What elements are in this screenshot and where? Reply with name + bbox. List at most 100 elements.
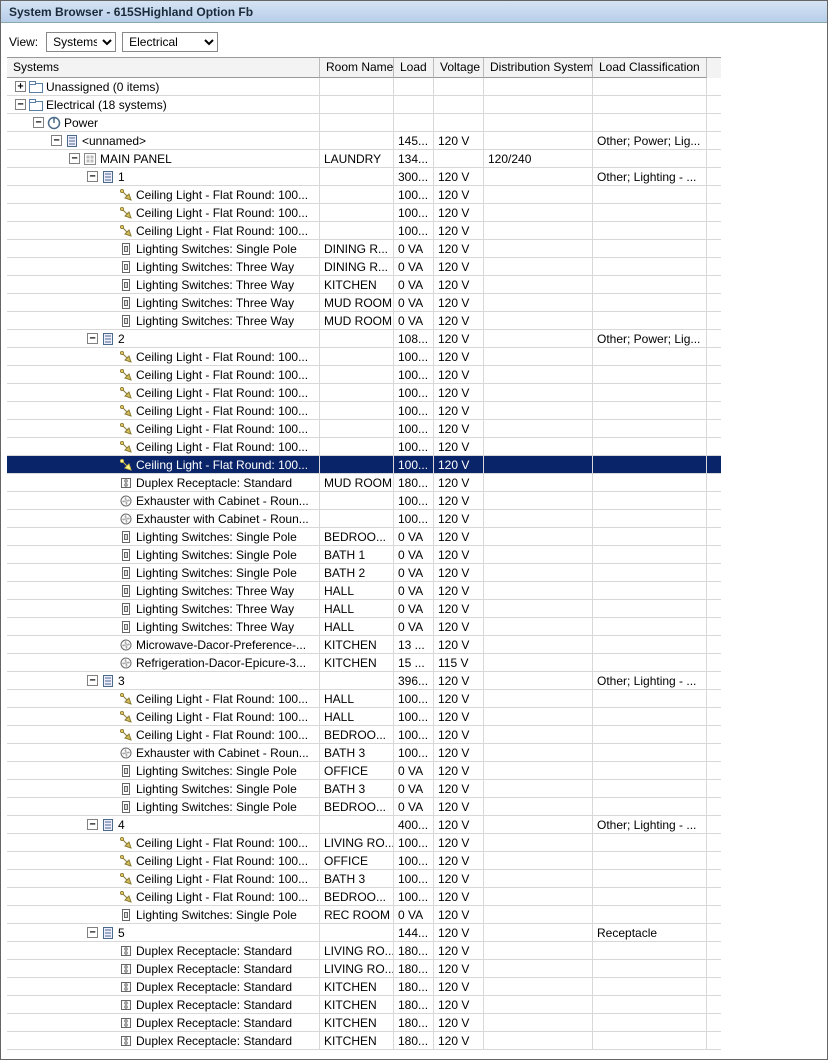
tree-row[interactable]: Exhauster with Cabinet - Roun...100...12… — [7, 510, 721, 528]
cell-classification[interactable]: Receptacle — [593, 924, 707, 941]
cell-systems[interactable]: Duplex Receptacle: Standard — [7, 1014, 320, 1031]
cell-systems[interactable]: Lighting Switches: Single Pole — [7, 798, 320, 815]
cell-classification[interactable] — [593, 366, 707, 383]
cell-room[interactable] — [320, 816, 394, 833]
cell-classification[interactable] — [593, 438, 707, 455]
cell-classification[interactable]: Other; Lighting - ... — [593, 168, 707, 185]
cell-room[interactable] — [320, 420, 394, 437]
cell-load[interactable]: 100... — [394, 222, 434, 239]
cell-distribution[interactable] — [484, 996, 593, 1013]
cell-load[interactable]: 0 VA — [394, 798, 434, 815]
cell-distribution[interactable] — [484, 474, 593, 491]
cell-distribution[interactable] — [484, 906, 593, 923]
cell-distribution[interactable] — [484, 438, 593, 455]
cell-classification[interactable] — [593, 294, 707, 311]
cell-room[interactable]: HALL — [320, 600, 394, 617]
cell-classification[interactable] — [593, 978, 707, 995]
tree-row[interactable]: Lighting Switches: Single PoleREC ROOM0 … — [7, 906, 721, 924]
cell-distribution[interactable] — [484, 96, 593, 113]
cell-room[interactable] — [320, 330, 394, 347]
cell-classification[interactable] — [593, 654, 707, 671]
cell-voltage[interactable]: 120 V — [434, 834, 484, 851]
cell-distribution[interactable] — [484, 978, 593, 995]
cell-distribution[interactable]: 120/240 — [484, 150, 593, 167]
cell-load[interactable]: 100... — [394, 402, 434, 419]
cell-distribution[interactable] — [484, 222, 593, 239]
cell-room[interactable]: DINING R... — [320, 240, 394, 257]
cell-classification[interactable] — [593, 204, 707, 221]
cell-load[interactable]: 400... — [394, 816, 434, 833]
cell-voltage[interactable]: 120 V — [434, 798, 484, 815]
cell-voltage[interactable]: 120 V — [434, 186, 484, 203]
cell-voltage[interactable]: 120 V — [434, 258, 484, 275]
cell-voltage[interactable]: 120 V — [434, 546, 484, 563]
cell-load[interactable]: 15 ... — [394, 654, 434, 671]
cell-classification[interactable] — [593, 870, 707, 887]
cell-room[interactable] — [320, 168, 394, 185]
cell-room[interactable]: BEDROO... — [320, 726, 394, 743]
cell-load[interactable]: 100... — [394, 204, 434, 221]
cell-classification[interactable] — [593, 1032, 707, 1049]
collapse-icon[interactable]: − — [87, 333, 98, 344]
tree-row[interactable]: Lighting Switches: Three WayMUD ROOM0 VA… — [7, 312, 721, 330]
cell-room[interactable] — [320, 222, 394, 239]
cell-classification[interactable] — [593, 690, 707, 707]
cell-classification[interactable] — [593, 708, 707, 725]
tree-row[interactable]: Lighting Switches: Three WayDINING R...0… — [7, 258, 721, 276]
cell-voltage[interactable]: 120 V — [434, 690, 484, 707]
cell-classification[interactable] — [593, 186, 707, 203]
cell-voltage[interactable]: 120 V — [434, 996, 484, 1013]
cell-room[interactable]: LIVING RO... — [320, 960, 394, 977]
tree-row[interactable]: Ceiling Light - Flat Round: 100...100...… — [7, 348, 721, 366]
cell-voltage[interactable]: 120 V — [434, 888, 484, 905]
cell-room[interactable]: BEDROO... — [320, 798, 394, 815]
cell-load[interactable]: 0 VA — [394, 294, 434, 311]
cell-classification[interactable] — [593, 762, 707, 779]
cell-classification[interactable] — [593, 996, 707, 1013]
cell-room[interactable]: BATH 1 — [320, 546, 394, 563]
cell-classification[interactable] — [593, 312, 707, 329]
cell-load[interactable]: 300... — [394, 168, 434, 185]
cell-room[interactable] — [320, 114, 394, 131]
cell-systems[interactable]: Lighting Switches: Single Pole — [7, 762, 320, 779]
cell-systems[interactable]: Ceiling Light - Flat Round: 100... — [7, 690, 320, 707]
cell-load[interactable]: 180... — [394, 942, 434, 959]
cell-systems[interactable]: Lighting Switches: Single Pole — [7, 240, 320, 257]
cell-distribution[interactable] — [484, 132, 593, 149]
cell-room[interactable] — [320, 204, 394, 221]
collapse-icon[interactable]: − — [51, 135, 62, 146]
cell-classification[interactable] — [593, 78, 707, 95]
cell-load[interactable]: 100... — [394, 186, 434, 203]
cell-systems[interactable]: Ceiling Light - Flat Round: 100... — [7, 834, 320, 851]
cell-load[interactable]: 100... — [394, 744, 434, 761]
cell-voltage[interactable]: 120 V — [434, 420, 484, 437]
cell-voltage[interactable]: 120 V — [434, 204, 484, 221]
tree-row[interactable]: Ceiling Light - Flat Round: 100...100...… — [7, 402, 721, 420]
cell-load[interactable]: 100... — [394, 510, 434, 527]
cell-classification[interactable] — [593, 348, 707, 365]
cell-room[interactable] — [320, 78, 394, 95]
cell-room[interactable] — [320, 348, 394, 365]
cell-room[interactable]: OFFICE — [320, 852, 394, 869]
cell-load[interactable]: 100... — [394, 834, 434, 851]
cell-classification[interactable] — [593, 942, 707, 959]
cell-room[interactable]: KITCHEN — [320, 978, 394, 995]
cell-distribution[interactable] — [484, 114, 593, 131]
cell-room[interactable]: LIVING RO... — [320, 942, 394, 959]
cell-classification[interactable] — [593, 852, 707, 869]
cell-classification[interactable] — [593, 834, 707, 851]
cell-classification[interactable] — [593, 96, 707, 113]
col-volt[interactable]: Voltage — [434, 58, 484, 78]
cell-room[interactable]: MUD ROOM — [320, 474, 394, 491]
tree-row[interactable]: Exhauster with Cabinet - Roun...BATH 310… — [7, 744, 721, 762]
cell-systems[interactable]: Exhauster with Cabinet - Roun... — [7, 744, 320, 761]
cell-classification[interactable] — [593, 546, 707, 563]
cell-distribution[interactable] — [484, 384, 593, 401]
cell-room[interactable]: LAUNDRY — [320, 150, 394, 167]
cell-voltage[interactable]: 120 V — [434, 348, 484, 365]
tree-row[interactable]: −5144...120 VReceptacle — [7, 924, 721, 942]
tree-row[interactable]: Ceiling Light - Flat Round: 100...100...… — [7, 438, 721, 456]
cell-distribution[interactable] — [484, 330, 593, 347]
cell-room[interactable]: BEDROO... — [320, 888, 394, 905]
cell-systems[interactable]: Ceiling Light - Flat Round: 100... — [7, 186, 320, 203]
